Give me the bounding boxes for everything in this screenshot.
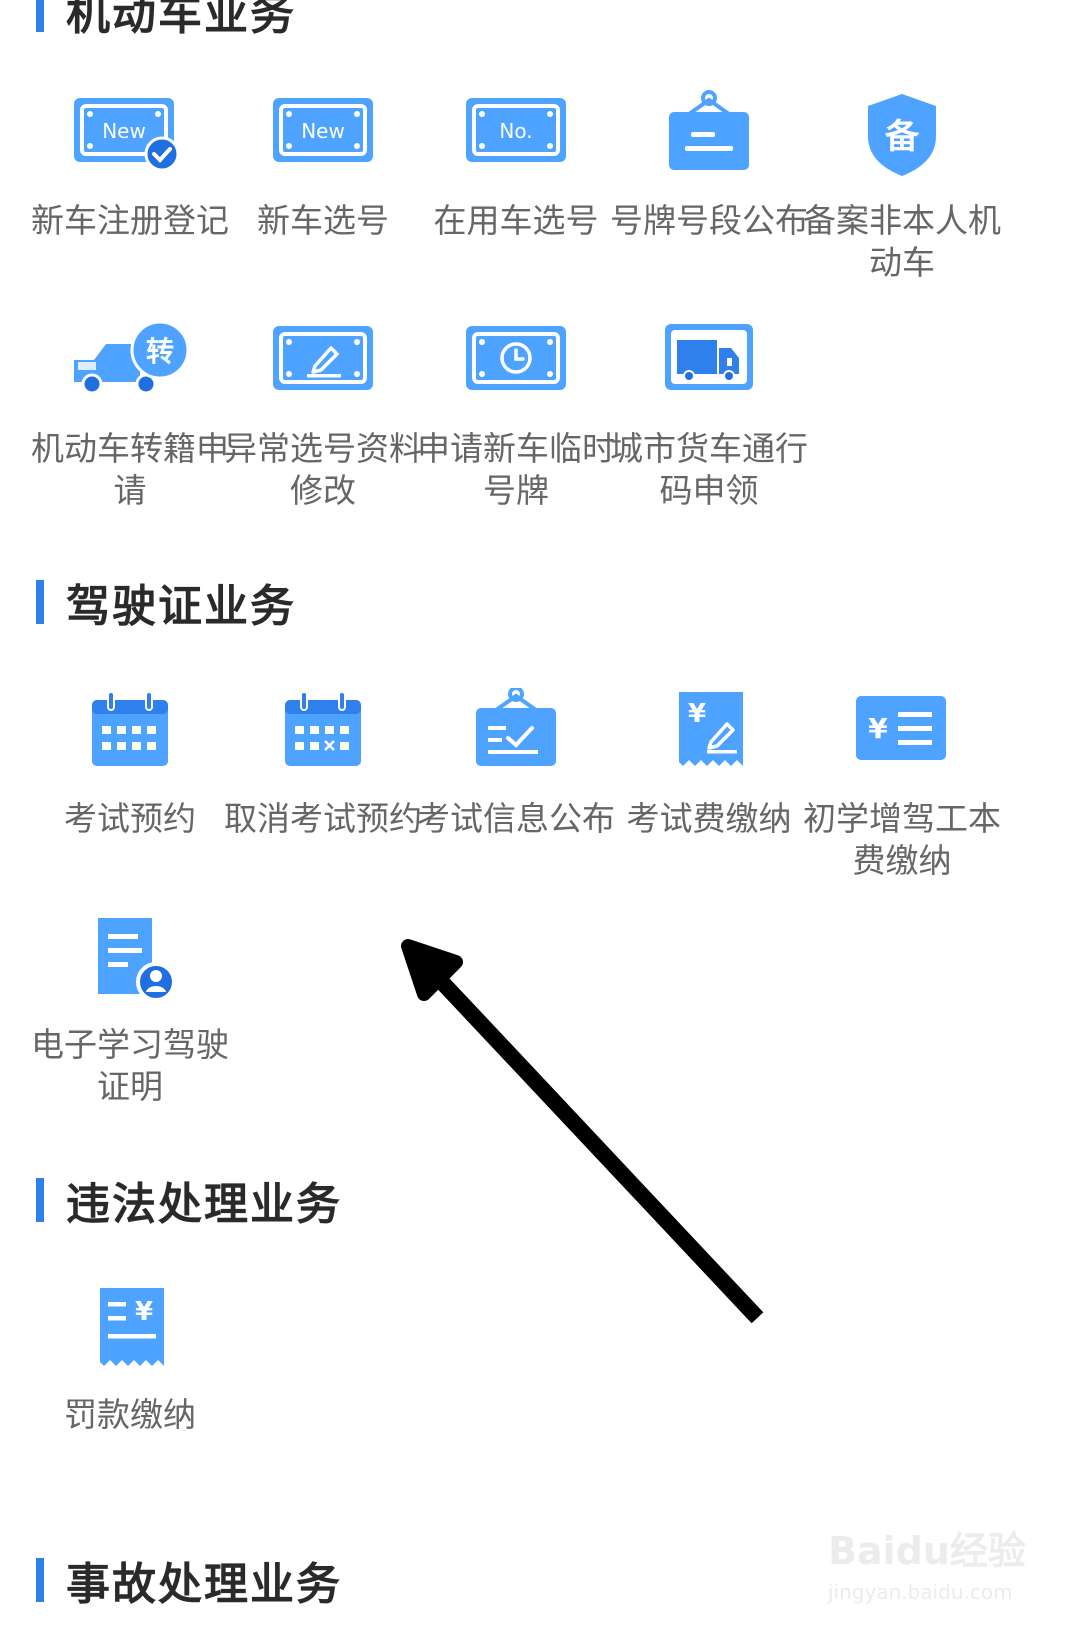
svg-text:¥: ¥ bbox=[688, 699, 706, 729]
hanging-sign-icon bbox=[649, 90, 769, 200]
service-label: 新车选号 bbox=[257, 201, 389, 240]
service-label: 异常选号资料修改 bbox=[224, 429, 422, 510]
baidu-watermark: Baidu经验 jingyan.baidu.com bbox=[828, 1520, 1028, 1620]
shield-record-icon: 备 bbox=[842, 90, 962, 200]
watermark-brand: Baidu经验 bbox=[828, 1529, 1026, 1573]
service-label: 申请新车临时号牌 bbox=[417, 429, 615, 510]
fine-receipt-icon: ¥ bbox=[70, 1284, 190, 1394]
service-label: 机动车转籍申请 bbox=[31, 429, 229, 510]
new-plate-icon: New bbox=[263, 90, 383, 200]
svg-text:¥: ¥ bbox=[868, 712, 888, 745]
svg-text:No.: No. bbox=[499, 119, 532, 143]
service-label: 备案非本人机动车 bbox=[803, 201, 1001, 282]
service-label: 考试费缴纳 bbox=[626, 799, 792, 838]
plate-clock-icon bbox=[456, 318, 576, 428]
svg-text:备: 备 bbox=[885, 117, 920, 157]
fee-receipt-icon: ¥ bbox=[649, 688, 769, 798]
svg-text:New: New bbox=[102, 119, 146, 143]
svg-text:¥: ¥ bbox=[135, 1297, 153, 1327]
section-accent-bar bbox=[36, 1558, 44, 1602]
service-label: 罚款缴纳 bbox=[64, 1395, 196, 1434]
section-title-violation: 违法处理业务 bbox=[36, 1176, 342, 1230]
plate-edit-icon bbox=[263, 318, 383, 428]
service-label: 新车注册登记 bbox=[31, 201, 229, 240]
service-label: 电子学习驾驶证明 bbox=[31, 1025, 229, 1106]
section-accent-bar bbox=[36, 1178, 44, 1222]
calendar-cancel-icon bbox=[263, 688, 383, 798]
service-label: 考试信息公布 bbox=[417, 799, 615, 838]
truck-transfer-icon: 转 bbox=[70, 318, 190, 428]
service-label: 初学增驾工本费缴纳 bbox=[803, 799, 1001, 880]
no-plate-icon: No. bbox=[456, 90, 576, 200]
fee-card-icon: ¥ bbox=[842, 688, 962, 798]
service-label: 取消考试预约 bbox=[224, 799, 422, 838]
section-title-text: 违法处理业务 bbox=[66, 1179, 342, 1230]
svg-text:New: New bbox=[301, 119, 345, 143]
section-title-text: 事故处理业务 bbox=[66, 1559, 342, 1610]
watermark-url: jingyan.baidu.com bbox=[828, 1580, 1013, 1604]
section-title-accident: 事故处理业务 bbox=[36, 1556, 342, 1610]
service-label: 考试预约 bbox=[64, 799, 196, 838]
section-title-vehicle: 机动车业务 bbox=[36, 0, 296, 40]
truck-pass-icon bbox=[649, 318, 769, 428]
section-title-text: 机动车业务 bbox=[66, 0, 296, 40]
service-label: 城市货车通行码申领 bbox=[610, 429, 808, 510]
section-accent-bar bbox=[36, 0, 44, 32]
section-accent-bar bbox=[36, 580, 44, 624]
document-user-icon bbox=[70, 914, 190, 1024]
service-label: 在用车选号 bbox=[433, 201, 599, 240]
svg-text:转: 转 bbox=[146, 335, 174, 368]
calendar-icon bbox=[70, 688, 190, 798]
section-title-text: 驾驶证业务 bbox=[66, 581, 296, 632]
hanging-sign-check-icon bbox=[456, 688, 576, 798]
section-title-license: 驾驶证业务 bbox=[36, 578, 296, 632]
new-plate-check-icon: New bbox=[70, 90, 190, 200]
service-label: 号牌号段公布 bbox=[610, 201, 808, 240]
